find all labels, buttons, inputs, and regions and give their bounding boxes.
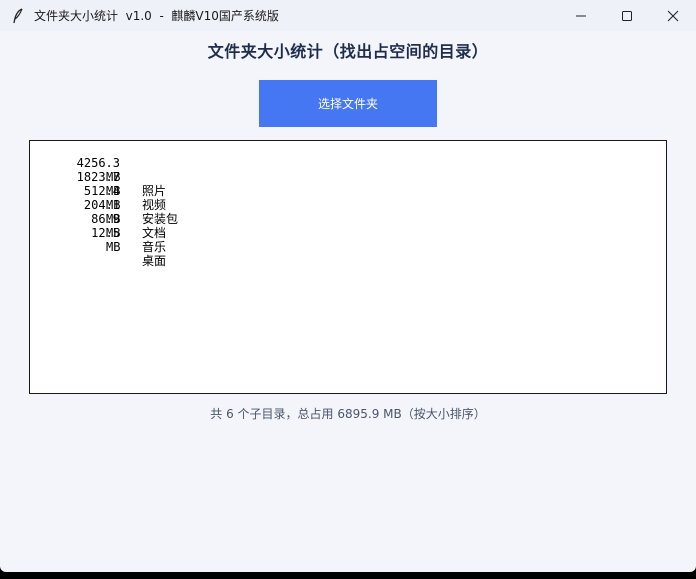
list-item[interactable]: 86.9 MB 音乐 bbox=[36, 198, 636, 254]
title-bar[interactable]: 文件夹大小统计 v1.0 - 麒麟V10国产系统版 bbox=[0, 0, 696, 31]
list-item[interactable]: 12.5 MB 桌面 bbox=[36, 212, 636, 268]
list-item-unit: MB bbox=[106, 240, 121, 254]
window-controls bbox=[558, 0, 696, 31]
window-title: 文件夹大小统计 v1.0 - 麒麟V10国产系统版 bbox=[34, 9, 279, 23]
app-window: 文件夹大小统计 v1.0 - 麒麟V10国产系统版 文件夹大小统计（找出占空间的 bbox=[0, 0, 696, 572]
minimize-button[interactable] bbox=[558, 0, 604, 31]
minimize-icon bbox=[576, 15, 586, 16]
page-title: 文件夹大小统计（找出占空间的目录） bbox=[207, 42, 489, 61]
maximize-button[interactable] bbox=[604, 0, 650, 31]
folder-size-list[interactable]: 4256.3 MB 照片 1823.7 MB 视频 512.4 MB 安装包 2… bbox=[29, 140, 667, 394]
list-item-name: 桌面 bbox=[142, 254, 167, 268]
list-item[interactable]: 512.4 MB 安装包 bbox=[36, 170, 636, 226]
list-item-name: 文档 bbox=[142, 226, 167, 240]
feather-icon bbox=[10, 7, 26, 24]
close-icon bbox=[667, 10, 679, 21]
close-button[interactable] bbox=[650, 0, 696, 31]
list-item-name: 音乐 bbox=[142, 240, 167, 254]
status-summary: 共 6 个子目录，总占用 6895.9 MB（按大小排序） bbox=[210, 407, 486, 421]
list-item[interactable]: 204.1 MB 文档 bbox=[36, 184, 636, 240]
list-item-size: 12.5 bbox=[91, 226, 120, 240]
maximize-icon bbox=[622, 10, 632, 21]
list-item[interactable]: 1823.7 MB 视频 bbox=[36, 156, 636, 212]
list-item[interactable]: 4256.3 MB 照片 bbox=[36, 142, 636, 198]
select-folder-button[interactable]: 选择文件夹 bbox=[259, 80, 437, 127]
